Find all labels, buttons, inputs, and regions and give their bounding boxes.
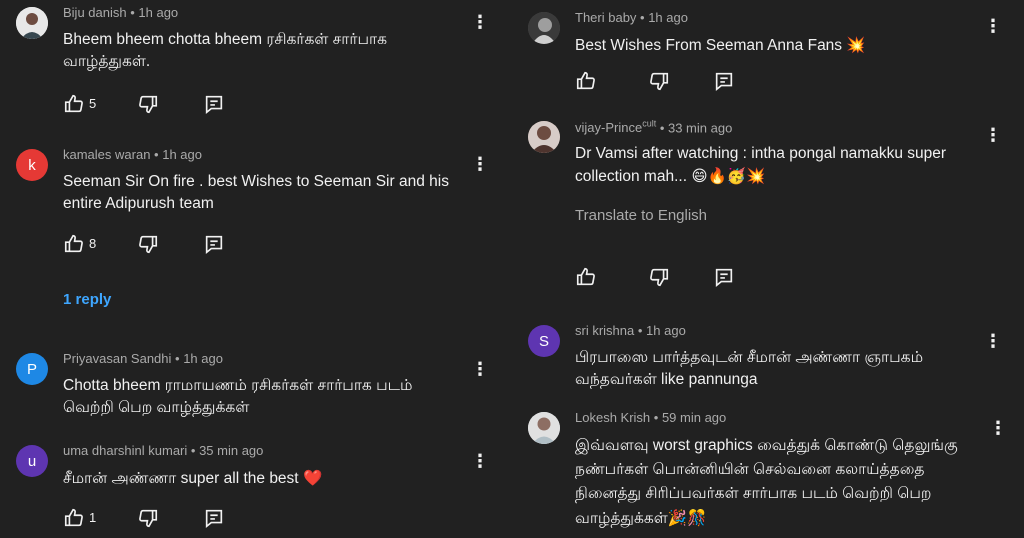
author-badge: cult xyxy=(642,119,657,129)
kebab-icon[interactable]: ⋮ xyxy=(983,16,1003,36)
comment-text: Best Wishes From Seeman Anna Fans 💥 xyxy=(575,36,866,54)
like-icon[interactable] xyxy=(63,507,85,529)
comment-emoji: 🎉🎊 xyxy=(667,509,707,527)
comment-text: சீமான் அண்ணா super all the best ❤️ xyxy=(63,469,323,487)
comment-meta: Biju danish • 1h ago xyxy=(63,5,179,20)
author-name[interactable]: kamales waran xyxy=(63,147,150,162)
like-count: 5 xyxy=(89,96,97,111)
comment-thread: Biju danish • 1h ago Bheem bheem chotta … xyxy=(16,5,496,117)
author-name[interactable]: vijay-Princecult xyxy=(575,119,657,135)
comment-time: 59 min ago xyxy=(661,410,727,425)
comment-thread: Theri baby • 1h ago Best Wishes From See… xyxy=(528,10,1014,102)
comment-emoji: 😄🔥🥳💥 xyxy=(691,167,766,185)
comment-thread: Lokesh Krish • 59 min ago இவ்வளவு worst … xyxy=(528,410,1014,538)
dislike-icon[interactable] xyxy=(137,507,159,529)
dislike-icon[interactable] xyxy=(648,266,670,288)
avatar[interactable]: S xyxy=(528,325,560,357)
avatar[interactable] xyxy=(528,412,560,444)
comment-thread: u uma dharshinl kumari • 35 min ago சீமா… xyxy=(16,443,496,535)
avatar[interactable] xyxy=(528,121,560,153)
kebab-icon[interactable]: ⋮ xyxy=(988,418,1008,438)
comment-text: Chotta bheem ராமாயணம் ரசிகர்கள் சார்பாக … xyxy=(63,377,413,416)
kebab-icon[interactable]: ⋮ xyxy=(470,359,490,379)
comment-time: 35 min ago xyxy=(199,443,264,458)
dislike-icon[interactable] xyxy=(137,233,159,255)
like-count: 1 xyxy=(89,510,97,525)
avatar[interactable] xyxy=(16,7,48,39)
comment-meta: Lokesh Krish • 59 min ago xyxy=(575,410,727,425)
kebab-icon[interactable]: ⋮ xyxy=(470,451,490,471)
comment-meta: kamales waran • 1h ago xyxy=(63,147,202,162)
comment-text: பிரபாஸை பார்த்தவுடன் சீமான் அண்ணா ஞாபகம்… xyxy=(575,349,924,388)
like-icon[interactable] xyxy=(63,93,85,115)
author-name[interactable]: uma dharshinl kumari xyxy=(63,443,187,458)
comment-meta: vijay-Princecult • 33 min ago xyxy=(575,119,733,136)
reply-icon[interactable] xyxy=(713,266,735,288)
comment-text: Seeman Sir On fire . best Wishes to Seem… xyxy=(63,173,449,212)
avatar[interactable]: P xyxy=(16,353,48,385)
like-icon[interactable] xyxy=(575,266,597,288)
comment-text: Dr Vamsi after watching : intha pongal n… xyxy=(575,145,947,185)
dislike-icon[interactable] xyxy=(137,93,159,115)
comment-thread: vijay-Princecult • 33 min ago Dr Vamsi a… xyxy=(528,119,1014,291)
author-name[interactable]: sri krishna xyxy=(575,323,634,338)
reply-icon[interactable] xyxy=(203,507,225,529)
comment-meta: uma dharshinl kumari • 35 min ago xyxy=(63,443,264,458)
author-name[interactable]: Priyavasan Sandhi xyxy=(63,351,171,366)
comment-time: 1h ago xyxy=(648,10,688,25)
kebab-icon[interactable]: ⋮ xyxy=(470,154,490,174)
comment-emoji: ❤️ xyxy=(302,469,323,487)
reply-icon[interactable] xyxy=(203,233,225,255)
kebab-icon[interactable]: ⋮ xyxy=(983,125,1003,145)
comment-thread: k kamales waran • 1h ago Seeman Sir On f… xyxy=(16,147,496,319)
comment-text: Bheem bheem chotta bheem ரசிகர்கள் சார்ப… xyxy=(63,31,388,70)
author-name[interactable]: Biju danish xyxy=(63,5,127,20)
avatar[interactable] xyxy=(528,12,560,44)
comment-emoji: 💥 xyxy=(846,36,866,54)
like-icon[interactable] xyxy=(575,70,597,92)
comment-time: 33 min ago xyxy=(667,120,733,136)
comment-time: 1h ago xyxy=(646,323,686,338)
comment-time: 1h ago xyxy=(162,147,202,162)
kebab-icon[interactable]: ⋮ xyxy=(983,331,1003,351)
comment-time: 1h ago xyxy=(183,351,223,366)
comment-text: இவ்வளவு worst graphics வைத்துக் கொண்டு த… xyxy=(575,437,958,527)
like-icon[interactable] xyxy=(63,233,85,255)
replies-link[interactable]: 1 reply xyxy=(63,291,111,308)
comment-meta: Theri baby • 1h ago xyxy=(575,10,688,25)
author-name[interactable]: Lokesh Krish xyxy=(575,410,650,425)
comment-thread: P Priyavasan Sandhi • 1h ago Chotta bhee… xyxy=(16,351,496,423)
comment-time: 1h ago xyxy=(138,5,179,20)
comment-thread: S sri krishna • 1h ago பிரபாஸை பார்த்தவு… xyxy=(528,323,1014,395)
comment-meta: sri krishna • 1h ago xyxy=(575,323,686,338)
reply-icon[interactable] xyxy=(713,70,735,92)
author-name[interactable]: Theri baby xyxy=(575,10,636,25)
translate-link[interactable]: Translate to English xyxy=(575,207,707,224)
kebab-icon[interactable]: ⋮ xyxy=(470,12,490,32)
avatar[interactable]: u xyxy=(16,445,48,477)
reply-icon[interactable] xyxy=(203,93,225,115)
avatar[interactable]: k xyxy=(16,149,48,181)
comment-meta: Priyavasan Sandhi • 1h ago xyxy=(63,351,223,366)
like-count: 8 xyxy=(89,236,97,251)
dislike-icon[interactable] xyxy=(648,70,670,92)
